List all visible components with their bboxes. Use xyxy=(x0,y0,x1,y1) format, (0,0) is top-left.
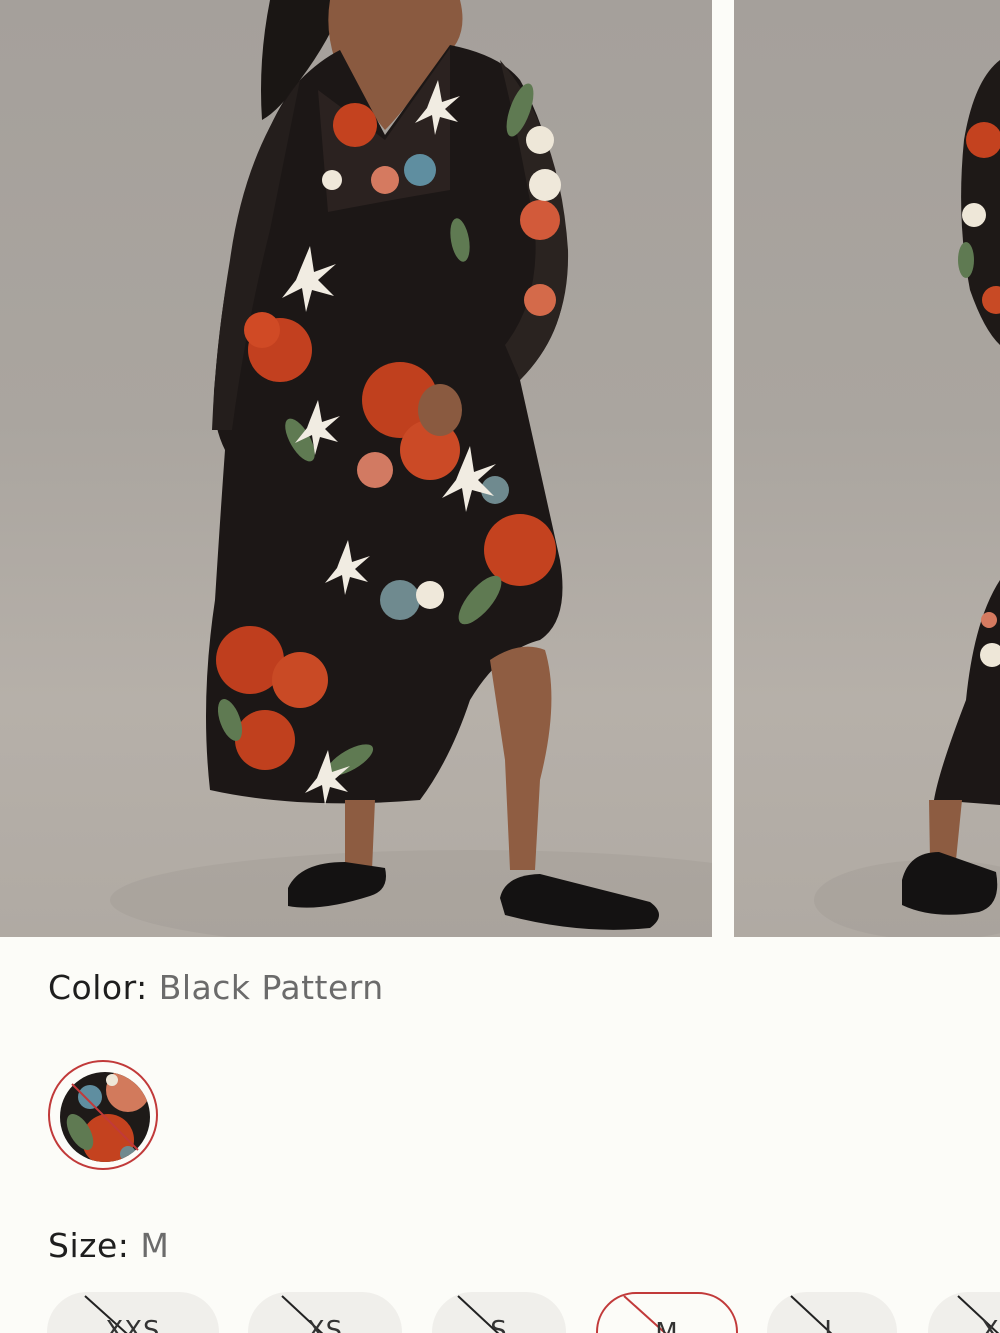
color-value: Black Pattern xyxy=(158,968,384,1007)
size-option-label: M xyxy=(655,1318,679,1333)
product-image-1[interactable] xyxy=(0,0,712,937)
size-option-label: XXS xyxy=(105,1316,161,1333)
product-image-2[interactable] xyxy=(734,0,1000,937)
size-option-l[interactable]: L xyxy=(767,1292,897,1333)
size-value: M xyxy=(140,1226,170,1265)
product-image-gallery[interactable] xyxy=(0,0,1000,937)
color-label: Color: xyxy=(48,968,148,1007)
size-option-label: L xyxy=(824,1316,840,1333)
size-option-label: S xyxy=(490,1316,508,1333)
size-option-xl[interactable]: XL xyxy=(928,1292,1000,1333)
size-option-xs[interactable]: XS xyxy=(248,1292,402,1333)
size-options: XXS XS S M L XL xyxy=(0,1292,1000,1333)
size-option-s[interactable]: S xyxy=(432,1292,566,1333)
size-option-label: XL xyxy=(980,1316,1000,1333)
size-option-xxs[interactable]: XXS xyxy=(47,1292,219,1333)
color-label-row: Color: Black Pattern xyxy=(48,968,384,1007)
color-swatch-black-pattern[interactable] xyxy=(48,1060,158,1170)
size-label-row: Size: M xyxy=(48,1226,169,1265)
product-page: Color: Black Pattern Size: M XXS XS S M … xyxy=(0,0,1000,1333)
size-label: Size: xyxy=(48,1226,130,1265)
size-option-label: XS xyxy=(306,1316,344,1333)
size-option-m[interactable]: M xyxy=(596,1292,738,1333)
